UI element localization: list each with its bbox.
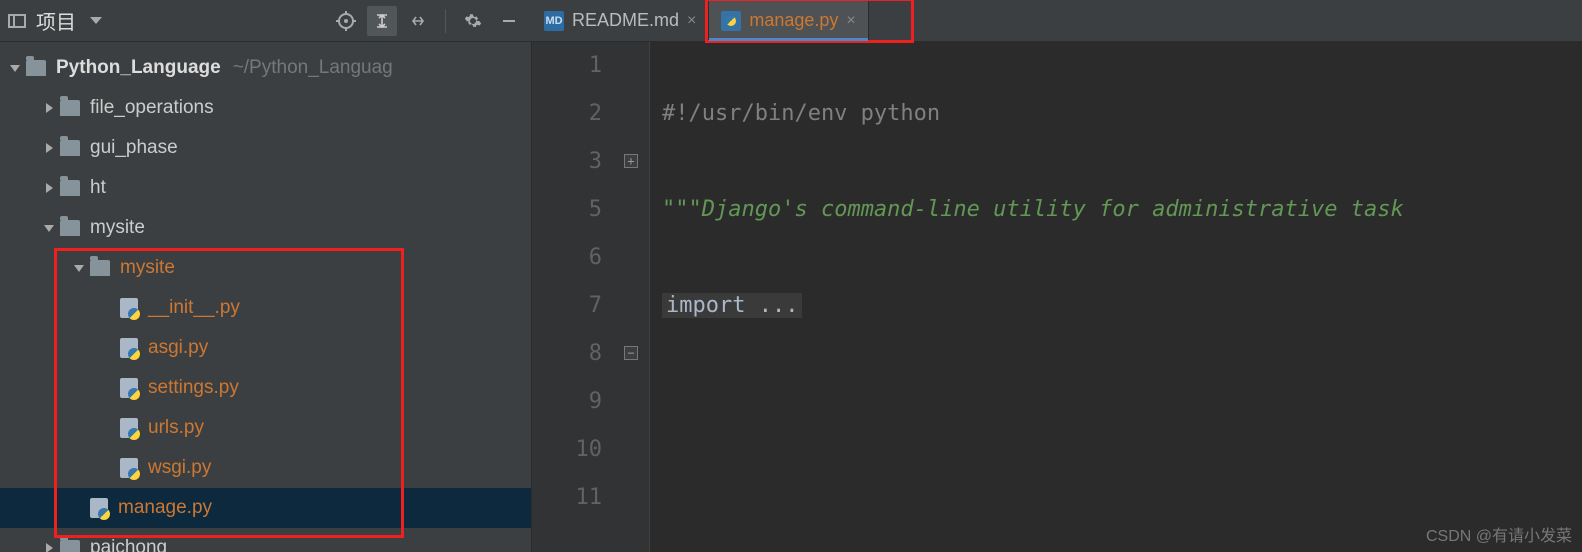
python-icon bbox=[721, 11, 741, 31]
tree-item[interactable]: manage.py bbox=[0, 488, 531, 528]
chevron-down-icon[interactable] bbox=[8, 65, 22, 72]
python-file-icon bbox=[120, 418, 138, 438]
tree-label: __init__.py bbox=[148, 297, 240, 319]
code-text: #!/usr/bin/env python bbox=[662, 101, 940, 126]
project-label: 项目 bbox=[36, 6, 76, 35]
tree-item[interactable]: file_operations bbox=[0, 88, 531, 128]
tab-label: manage.py bbox=[749, 10, 838, 31]
line-number: 5 bbox=[532, 186, 602, 234]
tree-root[interactable]: Python_Language ~/Python_Languag bbox=[0, 48, 531, 88]
tree-item[interactable]: __init__.py bbox=[0, 288, 531, 328]
tree-item[interactable]: mysite bbox=[0, 208, 531, 248]
tree-item[interactable]: urls.py bbox=[0, 408, 531, 448]
tree-label: mysite bbox=[90, 217, 145, 239]
tree-label: Python_Language bbox=[56, 57, 221, 79]
tree-label: manage.py bbox=[118, 497, 212, 519]
tree-path: ~/Python_Languag bbox=[233, 57, 393, 79]
tree-item[interactable]: mysite bbox=[0, 248, 531, 288]
fold-column: + − bbox=[620, 42, 650, 552]
collapse-icon[interactable] bbox=[403, 6, 433, 36]
tree-label: file_operations bbox=[90, 97, 214, 119]
project-panel-icon bbox=[8, 14, 26, 28]
code-editor[interactable]: 123567891011 + − #!/usr/bin/env python "… bbox=[532, 42, 1582, 552]
line-number: 9 bbox=[532, 378, 602, 426]
python-file-icon bbox=[90, 498, 108, 518]
hide-button[interactable] bbox=[494, 6, 524, 36]
folder-icon bbox=[90, 260, 110, 276]
tree-item[interactable]: asgi.py bbox=[0, 328, 531, 368]
divider bbox=[445, 9, 446, 33]
line-number: 3 bbox=[532, 138, 602, 186]
code-text: import ... bbox=[662, 293, 802, 318]
project-toolbar: 项目 bbox=[0, 0, 532, 41]
folder-icon bbox=[60, 540, 80, 552]
python-file-icon bbox=[120, 458, 138, 478]
tree-label: paichong bbox=[90, 537, 167, 552]
chevron-down-icon[interactable] bbox=[72, 265, 86, 272]
line-number: 11 bbox=[532, 474, 602, 522]
tree-item[interactable]: ht bbox=[0, 168, 531, 208]
tree-label: asgi.py bbox=[148, 337, 208, 359]
line-number: 8 bbox=[532, 330, 602, 378]
editor-tabs: MD README.md × manage.py × bbox=[532, 0, 1582, 41]
watermark: CSDN @有请小发菜 bbox=[1426, 522, 1572, 546]
line-number: 6 bbox=[532, 234, 602, 282]
folder-icon bbox=[60, 100, 80, 116]
main: Python_Language ~/Python_Languag file_op… bbox=[0, 42, 1582, 552]
folder-icon bbox=[60, 180, 80, 196]
python-file-icon bbox=[120, 298, 138, 318]
close-icon[interactable]: × bbox=[846, 12, 855, 30]
tab-readme[interactable]: MD README.md × bbox=[532, 0, 709, 41]
line-number: 2 bbox=[532, 90, 602, 138]
tree-label: gui_phase bbox=[90, 137, 178, 159]
chevron-down-icon[interactable] bbox=[42, 225, 56, 232]
tree-label: wsgi.py bbox=[148, 457, 211, 479]
locate-icon[interactable] bbox=[331, 6, 361, 36]
chevron-right-icon[interactable] bbox=[42, 183, 56, 193]
code-text: Django's command-line utility for admini… bbox=[702, 197, 1404, 222]
line-number: 1 bbox=[532, 42, 602, 90]
tree-item[interactable]: paichong bbox=[0, 528, 531, 552]
line-number: 7 bbox=[532, 282, 602, 330]
tree-label: ht bbox=[90, 177, 106, 199]
line-number: 10 bbox=[532, 426, 602, 474]
tree-label: mysite bbox=[120, 257, 175, 279]
tree-label: settings.py bbox=[148, 377, 239, 399]
chevron-right-icon[interactable] bbox=[42, 143, 56, 153]
gear-icon bbox=[464, 12, 482, 30]
fold-expand-icon[interactable]: + bbox=[624, 154, 638, 168]
settings-button[interactable] bbox=[458, 6, 488, 36]
close-icon[interactable]: × bbox=[687, 12, 696, 30]
chevron-down-icon[interactable] bbox=[90, 17, 102, 24]
project-tree: Python_Language ~/Python_Languag file_op… bbox=[0, 42, 532, 552]
folder-icon bbox=[26, 60, 46, 76]
chevron-right-icon[interactable] bbox=[42, 103, 56, 113]
folder-icon bbox=[60, 140, 80, 156]
folder-icon bbox=[60, 220, 80, 236]
fold-collapse-icon[interactable]: − bbox=[624, 346, 638, 360]
code-text: """ bbox=[662, 197, 702, 222]
toolbar: 项目 MD README.md × manage.py × bbox=[0, 0, 1582, 42]
expand-icon[interactable] bbox=[367, 6, 397, 36]
tree-label: urls.py bbox=[148, 417, 204, 439]
code-area[interactable]: #!/usr/bin/env python """Django's comman… bbox=[650, 42, 1582, 552]
markdown-icon: MD bbox=[544, 11, 564, 31]
python-file-icon bbox=[120, 378, 138, 398]
tab-label: README.md bbox=[572, 10, 679, 31]
tab-manage[interactable]: manage.py × bbox=[709, 0, 868, 41]
tree-item[interactable]: gui_phase bbox=[0, 128, 531, 168]
tree-item[interactable]: wsgi.py bbox=[0, 448, 531, 488]
python-file-icon bbox=[120, 338, 138, 358]
chevron-right-icon[interactable] bbox=[42, 543, 56, 552]
gutter: 123567891011 bbox=[532, 42, 620, 552]
tree-item[interactable]: settings.py bbox=[0, 368, 531, 408]
minus-icon bbox=[500, 12, 518, 30]
